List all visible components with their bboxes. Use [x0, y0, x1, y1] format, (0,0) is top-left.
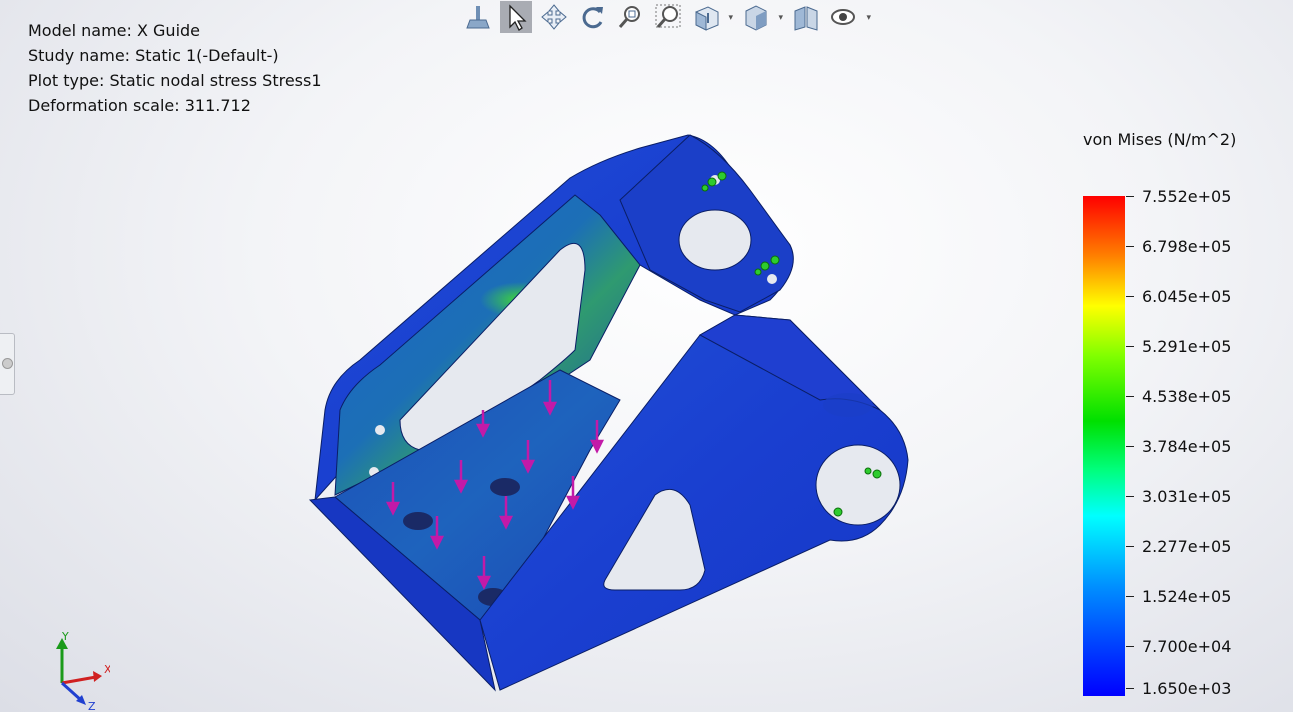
- legend-tick-label: 7.552e+05: [1142, 187, 1232, 206]
- legend-tick-label: 6.798e+05: [1142, 237, 1232, 256]
- legend-title: von Mises (N/m^2): [1083, 130, 1237, 149]
- legend-tick: [1126, 246, 1134, 247]
- legend-tick: [1126, 546, 1134, 547]
- legend-tick-label: 5.291e+05: [1142, 337, 1232, 356]
- legend-tick-label: 6.045e+05: [1142, 287, 1232, 306]
- legend-tick: [1126, 646, 1134, 647]
- legend-tick: [1126, 496, 1134, 497]
- color-scale-bar: [1083, 196, 1125, 696]
- legend-tick-label: 1.650e+03: [1142, 679, 1232, 698]
- legend-tick-label: 1.524e+05: [1142, 587, 1232, 606]
- legend-tick-label: 7.700e+04: [1142, 637, 1232, 656]
- legend-tick: [1126, 296, 1134, 297]
- stress-plot-model[interactable]: [0, 0, 1000, 712]
- legend-tick: [1126, 396, 1134, 397]
- legend-tick: [1126, 346, 1134, 347]
- axis-triad: Y X Z: [56, 630, 110, 712]
- legend-tick-label: 3.784e+05: [1142, 437, 1232, 456]
- legend-tick: [1126, 446, 1134, 447]
- legend-tick-label: 3.031e+05: [1142, 487, 1232, 506]
- legend-tick: [1126, 688, 1134, 689]
- legend-tick: [1126, 196, 1134, 197]
- axis-x-label: X: [104, 663, 110, 676]
- axis-y-label: Y: [61, 630, 69, 643]
- legend-tick: [1126, 596, 1134, 597]
- axis-z-label: Z: [88, 700, 96, 712]
- legend-tick-label: 4.538e+05: [1142, 387, 1232, 406]
- legend-tick-label: 2.277e+05: [1142, 537, 1232, 556]
